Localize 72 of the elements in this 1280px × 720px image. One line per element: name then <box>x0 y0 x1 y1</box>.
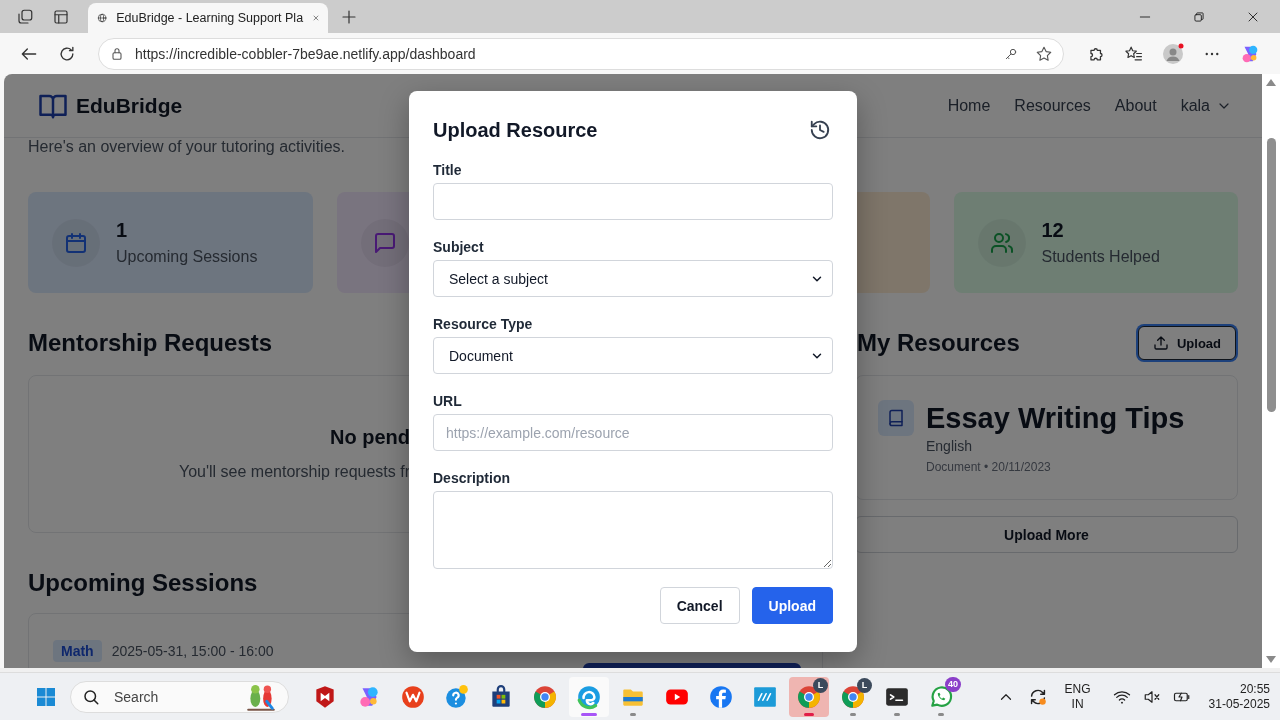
upload-button[interactable]: Upload <box>751 587 833 624</box>
upload-more-button[interactable]: Upload More <box>855 516 1238 553</box>
users-icon <box>989 230 1014 255</box>
field-label: URL <box>433 392 463 410</box>
restore-icon[interactable] <box>1192 9 1206 24</box>
user-menu[interactable]: kala <box>1180 96 1232 115</box>
tab-title: EduBridge - Learning Support Pla <box>116 11 304 25</box>
brand-name[interactable]: EduBridge <box>76 93 183 118</box>
upload-button[interactable]: Upload <box>1137 326 1236 360</box>
field-label: Title <box>433 161 463 179</box>
nav-link[interactable]: About <box>1114 96 1157 115</box>
tab-actions-icon[interactable] <box>52 7 70 26</box>
search-field[interactable]: Search <box>70 680 289 713</box>
modal-title: Upload Resource <box>433 118 598 142</box>
browser-icon <box>576 683 602 710</box>
language-indicator[interactable]: IN <box>1071 696 1084 712</box>
badge: L <box>813 677 828 693</box>
stat-value: 1 <box>116 219 129 242</box>
browser-icon <box>532 683 558 710</box>
browser-icon <box>840 683 866 710</box>
nav-link[interactable]: Home <box>947 96 991 115</box>
circle-logo-icon <box>400 683 426 710</box>
section-title: Mentorship Requests <box>28 328 273 358</box>
stat-label: Upcoming Sessions <box>116 248 258 266</box>
scrollbar-thumb[interactable] <box>1266 138 1276 412</box>
field-label: Subject <box>433 238 485 256</box>
upload-icon <box>1152 335 1169 351</box>
browser-icon <box>796 683 822 710</box>
input-field[interactable]: https://example.com/resource <box>433 414 833 451</box>
section-title: Upcoming Sessions <box>28 568 258 598</box>
social-logo-icon <box>708 683 734 710</box>
stat-value: 12 <box>1041 219 1065 242</box>
subject-tag: Math <box>53 640 102 662</box>
cancel-button[interactable]: Cancel <box>659 587 740 624</box>
star-icon[interactable] <box>1035 44 1053 63</box>
resource-subject: English <box>926 438 973 454</box>
clock-date[interactable]: 31-05-2025 <box>1208 696 1270 712</box>
scroll-up-arrow[interactable] <box>1266 79 1276 86</box>
badge: 40 <box>945 676 961 692</box>
url-text: https://incredible-cobbler-7be9ae.netlify.app/dashboard <box>135 45 476 62</box>
search-icon <box>82 687 100 706</box>
taskbar-button[interactable]: L <box>789 676 829 717</box>
taskbar-button[interactable]: 40 <box>921 676 961 717</box>
book-icon <box>887 409 905 427</box>
stat-label: Students Helped <box>1041 248 1160 266</box>
input-field[interactable] <box>433 183 833 220</box>
select-field[interactable]: Select a subject <box>433 260 833 297</box>
browser-tab[interactable]: EduBridge - Learning Support Pla <box>88 3 328 33</box>
section-title: My Resources <box>857 328 1020 358</box>
field-label: Description <box>433 469 511 487</box>
resource-meta: Document • 20/11/2023 <box>926 460 1052 474</box>
session-time: 2025-05-31, 15:00 - 16:00 <box>111 643 274 659</box>
history-icon[interactable] <box>809 119 831 141</box>
intro-text: Here's an overview of your tutoring activities. <box>28 138 346 156</box>
help-icon <box>444 683 470 710</box>
address-bar[interactable]: https://incredible-cobbler-7be9ae.netlify.app/dashboard <box>98 37 1064 70</box>
empty-title: No pend <box>329 426 410 449</box>
chat-icon <box>372 230 397 255</box>
field-label: Resource Type <box>433 315 534 333</box>
favorites-icon[interactable] <box>1124 44 1143 63</box>
calendar-icon <box>64 230 88 255</box>
badge: L <box>857 677 872 693</box>
taskbar-button[interactable]: L <box>833 676 873 717</box>
resource-title: Essay Writing Tips <box>926 401 1185 436</box>
workspaces-icon[interactable] <box>16 7 34 26</box>
empty-text: You'll see mentorship requests fr <box>177 463 410 481</box>
nav-link[interactable]: Resources <box>1014 96 1091 115</box>
clock-time[interactable]: 20:55 <box>1239 681 1270 697</box>
lock-icon[interactable] <box>109 45 125 62</box>
language-indicator[interactable]: ENG <box>1064 681 1091 697</box>
avatar-icon[interactable] <box>1161 41 1185 66</box>
select-field[interactable]: Document <box>433 337 833 374</box>
